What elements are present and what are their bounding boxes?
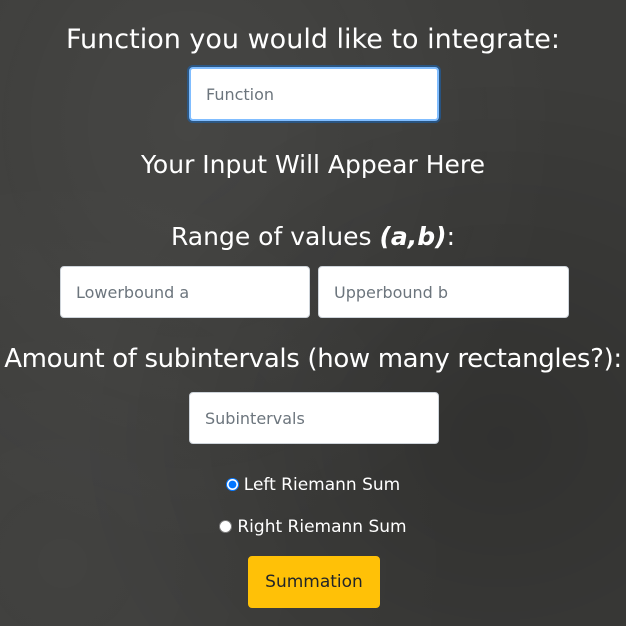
input-preview: Your Input Will Appear Here bbox=[140, 150, 485, 179]
range-heading: Range of values (a,b): bbox=[0, 222, 626, 251]
summation-button[interactable]: Summation bbox=[248, 556, 380, 608]
upperbound-input[interactable] bbox=[318, 266, 569, 318]
range-heading-prefix: Range of values bbox=[170, 222, 380, 251]
function-heading: Function you would like to integrate: bbox=[65, 24, 560, 55]
subintervals-heading: Amount of subintervals (how many rectang… bbox=[4, 344, 622, 374]
integration-form: Function you would like to integrate: Yo… bbox=[0, 0, 626, 626]
left-riemann-radio[interactable] bbox=[225, 478, 239, 491]
left-riemann-label: Left Riemann Sum bbox=[243, 475, 401, 495]
left-riemann-option[interactable]: Left Riemann Sum bbox=[0, 475, 626, 495]
function-input[interactable] bbox=[189, 67, 439, 121]
lowerbound-input[interactable] bbox=[60, 266, 310, 318]
right-riemann-option[interactable]: Right Riemann Sum bbox=[0, 517, 626, 537]
range-heading-suffix: : bbox=[446, 222, 456, 251]
right-riemann-radio[interactable] bbox=[219, 520, 233, 533]
right-riemann-label: Right Riemann Sum bbox=[237, 517, 407, 537]
range-heading-emphasis: (a,b) bbox=[379, 222, 447, 251]
subintervals-input[interactable] bbox=[189, 392, 439, 444]
